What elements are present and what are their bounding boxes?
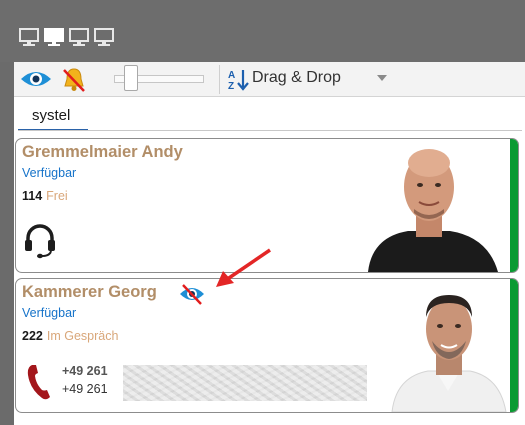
app-window: A Z Drag & Drop systel Gremmelmaier Andy… — [0, 0, 525, 425]
line-state: Frei — [46, 189, 68, 203]
svg-text:A: A — [228, 70, 235, 81]
sort-mode-label[interactable]: Drag & Drop — [252, 69, 341, 87]
monitor-icon[interactable] — [43, 26, 65, 48]
availability-status: Verfügbar — [22, 306, 77, 320]
extension-line: 114 Frei — [22, 189, 68, 203]
tab-divider — [18, 130, 522, 131]
contact-name: Gremmelmaier Andy — [22, 143, 183, 161]
presence-indicator — [510, 279, 518, 412]
chevron-down-icon[interactable] — [376, 74, 388, 82]
headset-icon — [25, 224, 55, 259]
monitor-icon[interactable] — [93, 26, 115, 48]
monitor-icon[interactable] — [18, 26, 40, 48]
avatar — [350, 139, 508, 272]
contact-card[interactable]: Kammerer Georg Verfügbar 222 Im Gespräch … — [15, 278, 519, 413]
title-bar — [0, 0, 525, 62]
svg-text:Z: Z — [228, 81, 234, 92]
extension-line: 222 Im Gespräch — [22, 329, 118, 343]
annotation-arrow-icon — [216, 248, 271, 287]
phone-handset-icon — [27, 365, 50, 400]
eye-icon[interactable] — [20, 69, 52, 89]
extension-number: 222 — [22, 329, 43, 343]
redacted-area — [123, 365, 367, 401]
tab-systel[interactable]: systel — [18, 105, 89, 131]
toolbar-separator — [219, 65, 220, 94]
contact-name: Kammerer Georg — [22, 283, 157, 301]
bell-muted-icon[interactable] — [60, 66, 88, 94]
eye-hidden-icon[interactable] — [179, 283, 205, 305]
avatar — [388, 279, 508, 412]
slider-thumb[interactable] — [124, 65, 138, 91]
extension-number: 114 — [22, 189, 43, 203]
monitor-icon[interactable] — [68, 26, 90, 48]
phone-number-primary[interactable]: +49 261 — [62, 364, 108, 378]
phone-number-secondary[interactable]: +49 261 — [62, 382, 108, 396]
sort-az-icon[interactable]: A Z — [227, 68, 251, 92]
availability-status: Verfügbar — [22, 166, 77, 180]
presence-indicator — [510, 139, 518, 272]
line-state: Im Gespräch — [46, 329, 119, 343]
toolbar: A Z Drag & Drop — [14, 62, 525, 97]
